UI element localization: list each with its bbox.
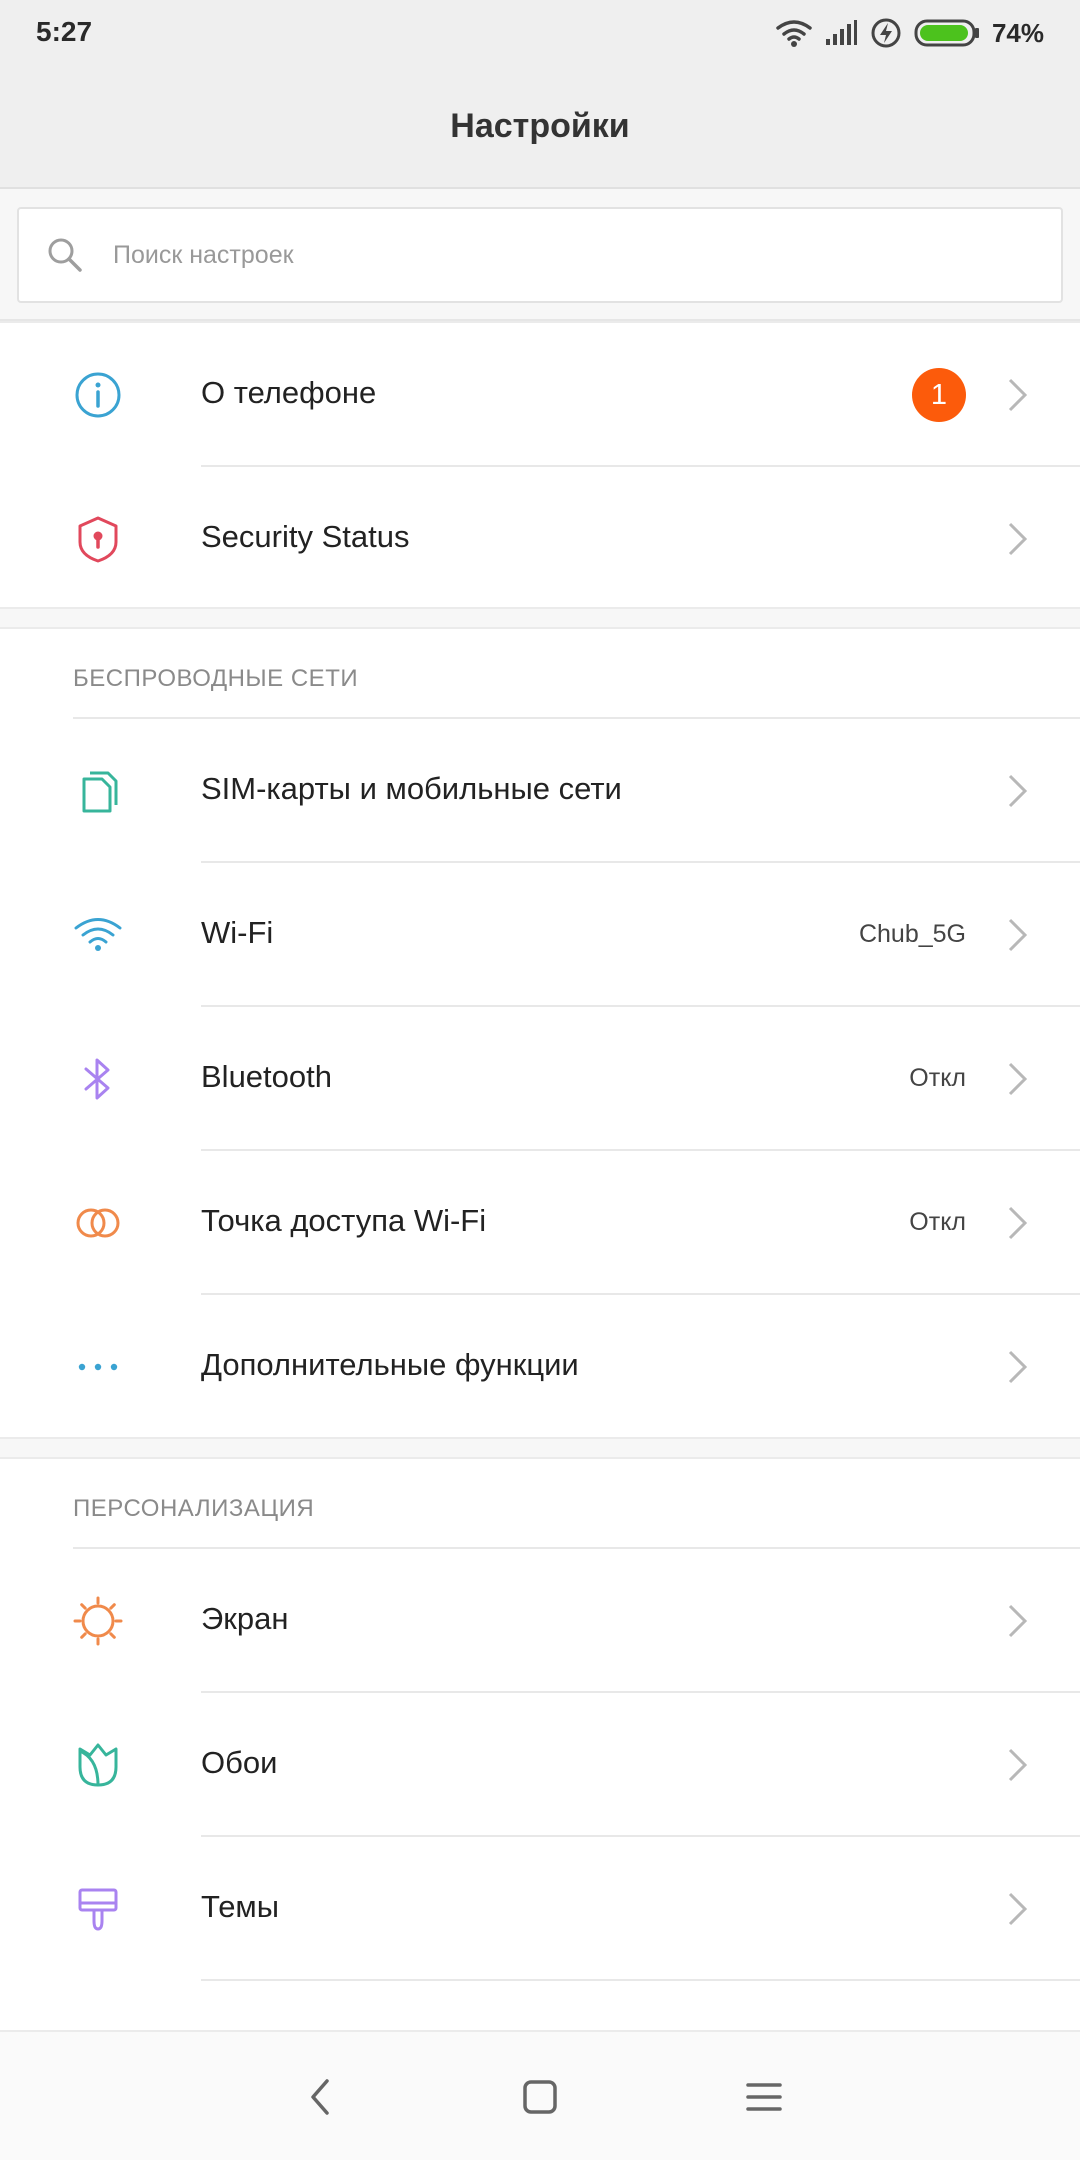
back-icon bbox=[311, 2079, 329, 2115]
settings-item-label: Дополнительные функции bbox=[201, 1347, 579, 1382]
chevron-right-icon bbox=[1008, 1350, 1028, 1384]
settings-item-sim-cards[interactable]: SIM-карты и мобильные сети bbox=[0, 719, 1080, 863]
info-icon bbox=[75, 372, 121, 418]
display-icon bbox=[73, 1596, 123, 1646]
navigation-bar bbox=[0, 2030, 1080, 2160]
menu-icon bbox=[746, 2083, 782, 2111]
settings-item-security-status[interactable]: Security Status bbox=[0, 467, 1080, 611]
settings-item-themes[interactable]: Темы bbox=[0, 1837, 1080, 1981]
settings-item-display[interactable]: Экран bbox=[0, 1549, 1080, 1693]
settings-item-label: Wi-Fi bbox=[201, 915, 274, 950]
chevron-right-icon bbox=[1008, 1206, 1028, 1240]
hotspot-icon bbox=[76, 1208, 120, 1238]
settings-item-wallpaper[interactable]: Обои bbox=[0, 1693, 1080, 1837]
section-header-wireless: БЕСПРОВОДНЫЕ СЕТИ bbox=[0, 629, 1080, 719]
section-title: БЕСПРОВОДНЫЕ СЕТИ bbox=[73, 665, 359, 692]
status-icons: 74% bbox=[776, 14, 1044, 52]
back-button[interactable] bbox=[290, 2067, 350, 2127]
notification-badge: 1 bbox=[912, 368, 966, 422]
settings-item-label: Темы bbox=[201, 1889, 280, 1924]
cellular-signal-icon bbox=[825, 20, 857, 45]
home-button[interactable] bbox=[510, 2067, 570, 2127]
chevron-right-icon bbox=[1008, 1062, 1028, 1096]
chevron-right-icon bbox=[1008, 1604, 1028, 1638]
settings-item-value: Откл bbox=[909, 1064, 966, 1092]
settings-item-bluetooth[interactable]: Bluetooth Откл bbox=[0, 1007, 1080, 1151]
group-device: О телефоне 1 Security Status bbox=[0, 321, 1080, 609]
search-section: Поиск настроек bbox=[0, 189, 1080, 321]
chevron-right-icon bbox=[1008, 918, 1028, 952]
battery-icon bbox=[914, 19, 979, 47]
section-title: ПЕРСОНАЛИЗАЦИЯ bbox=[73, 1495, 315, 1522]
chevron-right-icon bbox=[1008, 1892, 1028, 1926]
settings-item-wifi[interactable]: Wi-Fi Chub_5G bbox=[0, 863, 1080, 1007]
search-input[interactable]: Поиск настроек bbox=[17, 207, 1063, 303]
more-icon bbox=[78, 1363, 118, 1371]
wifi-icon bbox=[74, 918, 122, 951]
chevron-right-icon bbox=[1008, 522, 1028, 556]
menu-button[interactable] bbox=[734, 2067, 794, 2127]
settings-item-more-functions[interactable]: Дополнительные функции bbox=[0, 1295, 1080, 1439]
search-icon bbox=[48, 238, 82, 272]
charging-icon bbox=[871, 18, 901, 48]
page-title: Настройки bbox=[450, 107, 630, 145]
sim-icon bbox=[82, 771, 118, 813]
settings-item-label: Точка доступа Wi-Fi bbox=[201, 1203, 487, 1238]
themes-icon bbox=[78, 1888, 118, 1931]
chevron-right-icon bbox=[1008, 378, 1028, 412]
divider bbox=[201, 1979, 1080, 1981]
group-personalization: ПЕРСОНАЛИЗАЦИЯ Экран Обои Темы bbox=[0, 1457, 1080, 2030]
battery-percent: 74% bbox=[991, 17, 1044, 48]
section-header-personalization: ПЕРСОНАЛИЗАЦИЯ bbox=[0, 1459, 1080, 1549]
settings-item-label: Security Status bbox=[201, 519, 410, 554]
search-placeholder: Поиск настроек bbox=[113, 241, 294, 269]
status-time: 5:27 bbox=[36, 16, 93, 47]
settings-item-label: Обои bbox=[201, 1745, 278, 1780]
settings-item-label: SIM-карты и мобильные сети bbox=[201, 771, 622, 806]
settings-item-label: О телефоне bbox=[201, 375, 377, 410]
settings-item-label: Экран bbox=[201, 1601, 289, 1636]
status-bar: 5:27 74% bbox=[0, 0, 1080, 66]
settings-item-about-phone[interactable]: О телефоне 1 bbox=[0, 323, 1080, 467]
settings-item-hotspot[interactable]: Точка доступа Wi-Fi Откл bbox=[0, 1151, 1080, 1295]
chevron-right-icon bbox=[1008, 774, 1028, 808]
wallpaper-icon bbox=[78, 1743, 118, 1787]
settings-item-value: Откл bbox=[909, 1208, 966, 1236]
group-wireless: БЕСПРОВОДНЫЕ СЕТИ SIM-карты и мобильные … bbox=[0, 627, 1080, 1439]
wifi-signal-icon bbox=[776, 20, 812, 47]
bluetooth-icon bbox=[84, 1058, 110, 1100]
home-icon bbox=[523, 2080, 557, 2114]
settings-item-label: Bluetooth bbox=[201, 1059, 332, 1094]
chevron-right-icon bbox=[1008, 1748, 1028, 1782]
settings-item-value: Chub_5G bbox=[858, 920, 966, 948]
shield-icon bbox=[78, 516, 118, 563]
title-bar: Настройки bbox=[0, 66, 1080, 189]
